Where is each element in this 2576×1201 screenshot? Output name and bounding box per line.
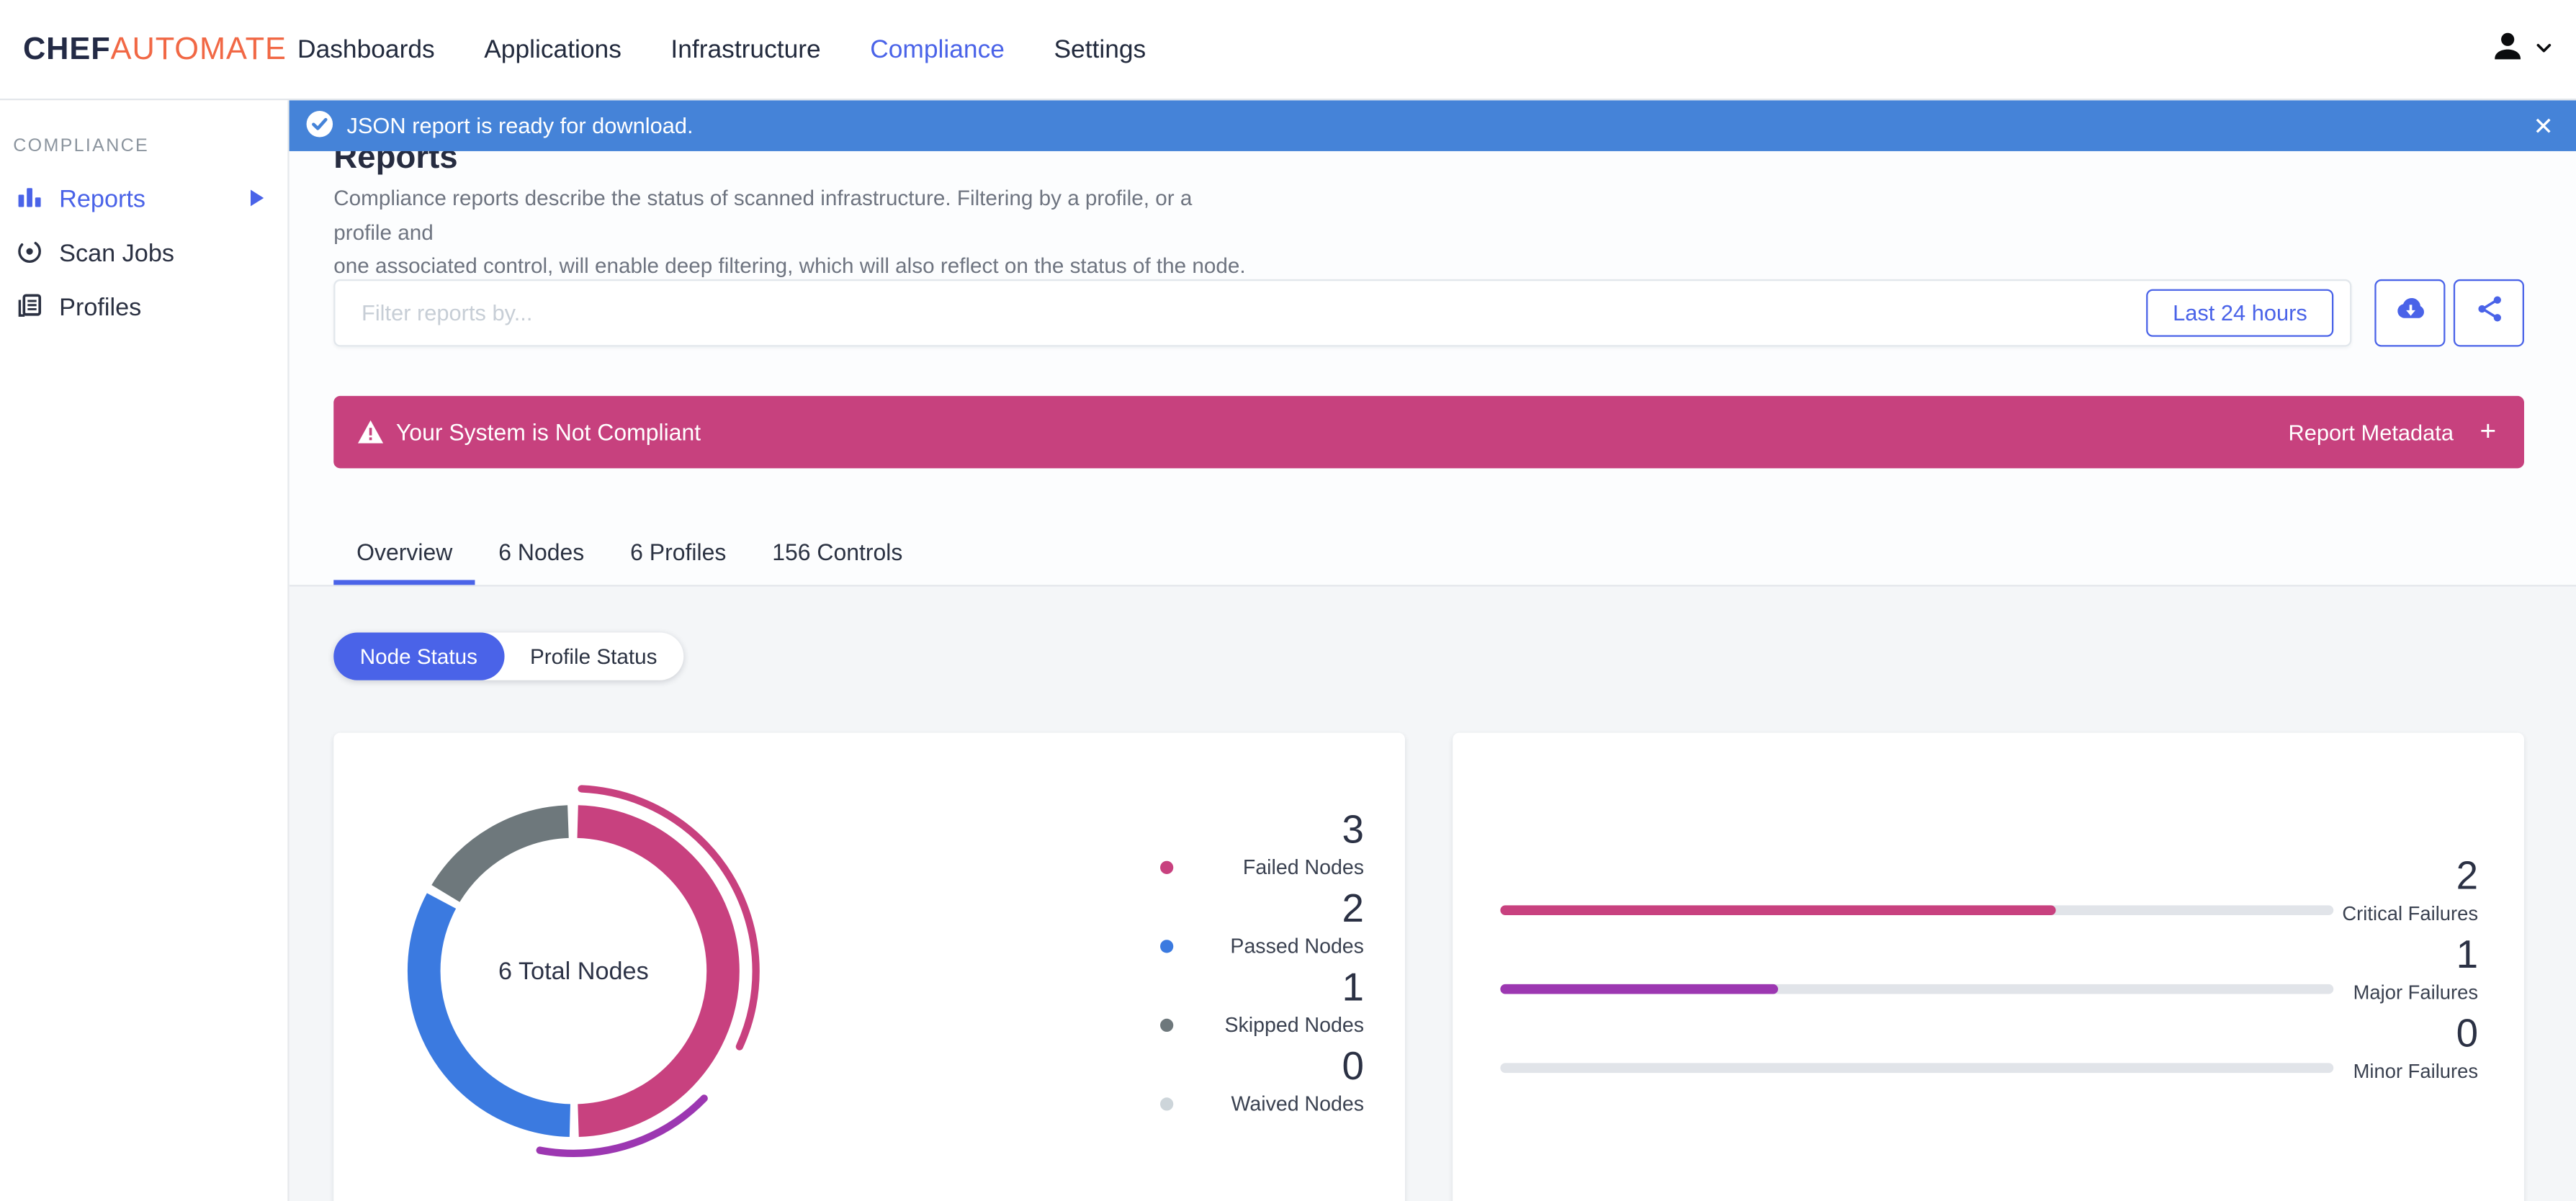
tab-nodes[interactable]: 6 Nodes [475,523,607,585]
legend-item-passed: 2 Passed Nodes [1160,887,1364,970]
notification-banner: JSON report is ready for download. ✕ [289,100,2576,151]
sidebar-item-profiles[interactable]: Profiles [0,281,287,335]
compliance-sidebar: COMPLIANCE Reports Scan Jobs Profiles [0,100,290,1201]
critical-failures-row: 2 Critical Failures [1453,854,2524,937]
minor-failures-bar [1500,1063,2334,1074]
node-status-card: 6 Total Nodes 3 Failed Nodes 2 Passed No… [333,732,1406,1201]
tab-controls[interactable]: 156 Controls [749,523,925,585]
alert-message: Your System is Not Compliant [395,418,701,446]
nav-compliance[interactable]: Compliance [870,35,1005,65]
major-failures-count: 1 [2456,933,2479,978]
documents-icon [17,292,43,325]
skipped-dot-icon [1160,1018,1174,1033]
nav-dashboards[interactable]: Dashboards [297,35,435,65]
critical-failures-bar [1500,905,2334,916]
chevron-down-icon [2534,35,2554,65]
close-icon[interactable]: ✕ [2533,100,2554,151]
failed-count: 3 [1342,808,1364,853]
bar-chart-icon [17,183,43,216]
passed-count: 2 [1342,887,1364,932]
share-button[interactable] [2453,279,2524,347]
reports-main: Reports Compliance reports describe the … [289,100,2576,1201]
donut-center-label: 6 Total Nodes [498,957,649,985]
major-failures-bar [1500,984,2334,994]
overview-content: Node Status Profile Status 6 Total Nodes… [289,586,2576,1201]
failed-dot-icon [1160,860,1174,874]
profile-status-pill[interactable]: Profile Status [504,633,683,680]
warning-triangle-icon [356,419,385,454]
sidebar-item-label: Profiles [59,294,142,323]
legend-item-waived: 0 Waived Nodes [1160,1048,1364,1128]
critical-failures-count: 2 [2456,854,2479,899]
major-failures-row: 1 Major Failures [1453,933,2524,1016]
app-root: CHEF AUTOMATE Dashboards Applications Inf… [0,0,2576,1201]
skipped-count: 1 [1342,966,1364,1011]
check-circle-icon [305,109,333,143]
passed-dot-icon [1160,940,1174,953]
plus-icon: + [2479,415,2497,447]
sidebar-section-label: COMPLIANCE [13,136,150,156]
compliance-alert-banner: Your System is Not Compliant Report Meta… [333,395,2524,469]
nav-applications[interactable]: Applications [484,35,621,65]
waived-dot-icon [1160,1097,1174,1111]
report-metadata-toggle[interactable]: Report Metadata + [2289,396,2497,468]
triangle-right-icon [250,186,265,214]
filter-reports-input[interactable]: Filter reports by... Last 24 hours [333,279,2352,347]
sidebar-item-reports[interactable]: Reports [0,173,287,227]
sidebar-item-label: Scan Jobs [59,240,174,268]
download-report-button[interactable] [2374,279,2446,347]
minor-failures-row: 0 Minor Failures [1453,1015,2524,1094]
cloud-download-icon [2394,292,2427,333]
share-icon [2474,294,2503,331]
waived-count: 0 [1342,1045,1364,1089]
time-range-button[interactable]: Last 24 hours [2146,289,2334,337]
page-description: Compliance reports describe the status o… [333,185,1246,278]
user-menu[interactable] [2490,0,2554,100]
nav-infrastructure[interactable]: Infrastructure [670,35,820,65]
top-nav: CHEF AUTOMATE Dashboards Applications Inf… [0,0,2576,101]
legend-item-skipped: 1 Skipped Nodes [1160,966,1364,1048]
tab-profiles[interactable]: 6 Profiles [607,523,749,585]
minor-failures-count: 0 [2456,1012,2479,1057]
legend-item-failed: 3 Failed Nodes [1160,811,1364,891]
status-toggle: Node Status Profile Status [333,632,683,680]
nav-settings[interactable]: Settings [1054,35,1146,65]
notification-message: JSON report is ready for download. [346,113,694,138]
node-status-donut-chart[interactable]: 6 Total Nodes [377,774,771,1169]
user-icon [2490,28,2526,73]
tab-overview[interactable]: Overview [333,523,476,585]
main-nav: Dashboards Applications Infrastructure C… [297,0,1146,100]
chef-automate-logo[interactable]: CHEF AUTOMATE [23,0,287,100]
sidebar-item-scan-jobs[interactable]: Scan Jobs [0,227,287,281]
node-status-pill[interactable]: Node Status [333,632,504,680]
sidebar-item-label: Reports [59,185,146,214]
report-tabs: Overview 6 Nodes 6 Profiles 156 Controls [333,523,925,585]
scan-target-icon [17,238,43,271]
logo-automate: AUTOMATE [110,32,287,67]
donut-legend: 3 Failed Nodes 2 Passed Nodes 1 Skipped … [1160,811,1364,1127]
failure-severity-card: 2 Critical Failures 1 Major Failures 0 M… [1453,732,2524,1201]
logo-chef: CHEF [22,32,111,67]
filter-placeholder: Filter reports by... [362,300,533,325]
